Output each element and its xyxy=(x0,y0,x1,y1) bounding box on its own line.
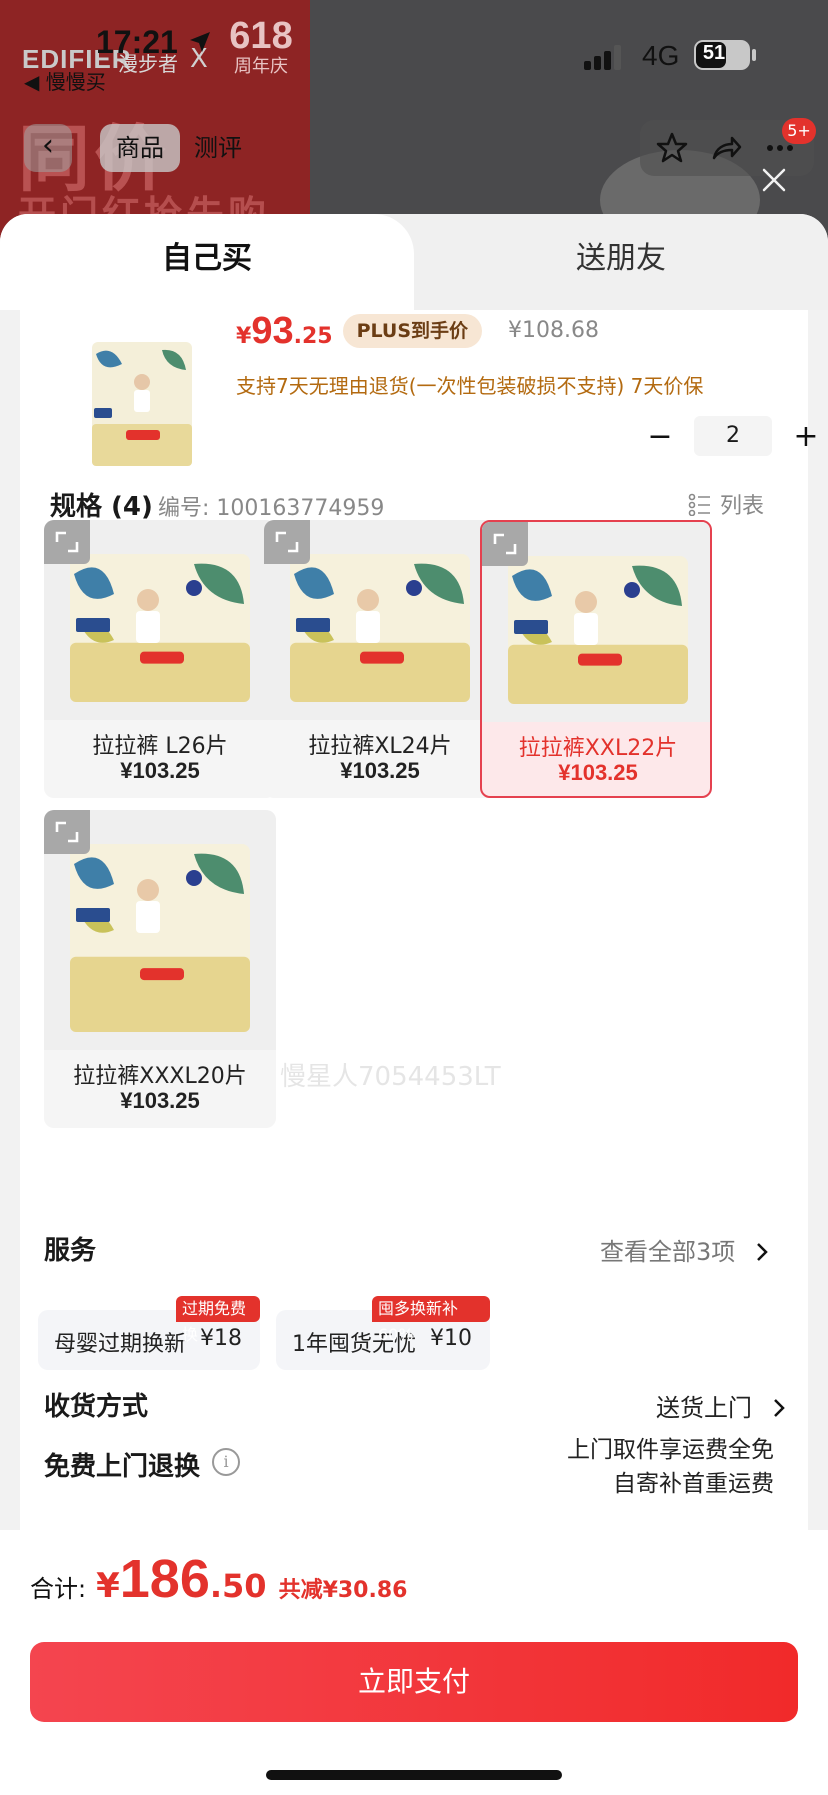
plus-price-tag: PLUS到手价 xyxy=(342,314,483,348)
chevron-right-icon xyxy=(773,1399,785,1417)
list-toggle-label: 列表 xyxy=(720,494,765,519)
home-indicator[interactable] xyxy=(266,1770,562,1780)
expand-icon xyxy=(55,821,79,843)
delivery-title: 收货方式 xyxy=(44,1392,149,1422)
expand-image-button[interactable] xyxy=(482,522,528,566)
service-chip-expiry[interactable]: 母婴过期换新 ¥18 过期免费换 xyxy=(38,1296,260,1370)
quantity-plus-button[interactable]: + xyxy=(786,419,826,454)
spec-title: 规格 (4) xyxy=(50,492,153,522)
return-policy-note: 支持7天无理由退货(一次性包装破损不支持) 7天价保 xyxy=(236,374,704,398)
watermark-text: 慢星人7054453LT xyxy=(280,1062,501,1092)
spec-option-price: ¥103.25 xyxy=(120,1088,200,1113)
back-to-app-link[interactable]: ◀ 慢慢买 xyxy=(24,66,106,95)
chevron-right-icon xyxy=(757,1243,768,1261)
close-icon[interactable] xyxy=(758,164,790,196)
promo-number: 618 xyxy=(229,15,293,57)
pay-now-button[interactable]: 立即支付 xyxy=(30,1642,798,1722)
order-total: 合计: ¥ 186 .50 共减¥30.86 xyxy=(30,1548,407,1610)
back-button[interactable]: ‹ xyxy=(24,124,72,172)
tab-goods[interactable]: 商品 xyxy=(100,124,180,172)
expand-icon xyxy=(275,531,299,553)
free-return-title: 免费上门退换 xyxy=(44,1452,201,1482)
price-decimal: .25 xyxy=(293,324,333,349)
battery-icon: 51 xyxy=(694,40,750,70)
promo-sub: 周年庆 xyxy=(234,56,288,77)
spec-option-card[interactable]: 拉拉裤 L26片 ¥103.25 xyxy=(44,520,276,798)
expand-icon xyxy=(493,533,517,555)
expand-image-button[interactable] xyxy=(44,810,90,854)
total-decimal: .50 xyxy=(209,1567,267,1605)
info-icon[interactable]: i xyxy=(212,1448,240,1476)
spec-option-card[interactable]: 拉拉裤XXL22片 ¥103.25 xyxy=(480,520,712,798)
service-tag: 囤多换新补60% xyxy=(372,1296,490,1344)
expand-image-button[interactable] xyxy=(44,520,90,564)
total-currency: ¥ xyxy=(96,1566,120,1606)
services-title: 服务 xyxy=(44,1236,97,1266)
spec-option-label: 拉拉裤 L26片 xyxy=(92,734,228,759)
list-view-toggle[interactable]: 列表 xyxy=(688,488,764,520)
tab-gift-friend[interactable]: 送朋友 xyxy=(414,214,828,310)
price-line: ¥ 93 .25 PLUS到手价 ¥108.68 xyxy=(236,310,599,354)
tab-buy-self[interactable]: 自己买 xyxy=(0,214,414,310)
price-integer: 93 xyxy=(251,310,294,352)
sheet-content: ¥ 93 .25 PLUS到手价 ¥108.68 支持7天无理由退货(一次性包装… xyxy=(0,310,828,1530)
service-price: ¥18 xyxy=(200,1326,242,1351)
total-label: 合计: xyxy=(30,1575,87,1603)
spec-option-price: ¥103.25 xyxy=(340,758,420,783)
star-icon[interactable] xyxy=(652,128,692,168)
product-thumbnail xyxy=(92,342,192,466)
purchase-sheet: 送朋友 自己买 ¥ 93 .25 PLUS到手价 ¥108.68 支持7天无理由… xyxy=(0,214,828,1795)
quantity-stepper: − 2 + xyxy=(640,414,826,458)
free-return-line2: 自寄补首重运费 xyxy=(613,1471,774,1497)
service-name: 母婴过期换新 xyxy=(54,1332,187,1357)
promo-618: 618 周年庆 xyxy=(226,16,296,78)
spec-option-label: 拉拉裤XL24片 xyxy=(308,734,452,759)
product-number: 编号: 100163774959 xyxy=(158,496,385,521)
free-return-line1: 上门取件享运费全免 xyxy=(567,1437,774,1463)
purchase-tabs: 送朋友 自己买 xyxy=(0,214,828,310)
sheet-inner: ¥ 93 .25 PLUS到手价 ¥108.68 支持7天无理由退货(一次性包装… xyxy=(20,310,819,1530)
service-tag: 过期免费换 xyxy=(176,1296,260,1344)
spec-option-label: 拉拉裤XXL22片 xyxy=(518,736,678,761)
total-savings: 共减¥30.86 xyxy=(278,1578,408,1603)
location-arrow-icon xyxy=(190,32,210,52)
price-currency: ¥ xyxy=(236,324,252,349)
spec-option-label: 拉拉裤XXXL20片 xyxy=(73,1064,247,1089)
share-icon[interactable] xyxy=(706,128,746,168)
network-type: 4G xyxy=(642,40,680,71)
service-chip-stockup[interactable]: 1年囤货无忧 ¥10 囤多换新补60% xyxy=(276,1296,490,1370)
services-view-all[interactable]: 查看全部3项 xyxy=(600,1232,771,1267)
delivery-method-label: 送货上门 xyxy=(656,1394,752,1422)
delivery-method[interactable]: 送货上门 xyxy=(656,1388,788,1423)
expand-image-button[interactable] xyxy=(264,520,310,564)
spec-option-price: ¥103.25 xyxy=(558,760,638,785)
battery-tip xyxy=(752,49,756,61)
expand-icon xyxy=(55,531,79,553)
status-time: 17:21 xyxy=(96,24,178,60)
tab-review[interactable]: 测评 xyxy=(194,124,242,172)
message-badge: 5+ xyxy=(782,118,816,144)
total-integer: 186 xyxy=(119,1549,210,1609)
original-price: ¥108.68 xyxy=(508,318,600,343)
signal-icon xyxy=(584,44,626,70)
service-price: ¥10 xyxy=(430,1326,472,1351)
services-view-all-label: 查看全部3项 xyxy=(600,1238,736,1266)
spec-option-card[interactable]: 拉拉裤XL24片 ¥103.25 xyxy=(264,520,496,798)
spec-option-price: ¥103.25 xyxy=(120,758,200,783)
spec-option-card[interactable]: 拉拉裤XXXL20片 ¥103.25 xyxy=(44,810,276,1128)
quantity-input[interactable]: 2 xyxy=(694,416,772,456)
quantity-minus-button[interactable]: − xyxy=(640,419,680,454)
list-icon xyxy=(688,493,710,516)
battery-level: 51 xyxy=(702,42,726,64)
